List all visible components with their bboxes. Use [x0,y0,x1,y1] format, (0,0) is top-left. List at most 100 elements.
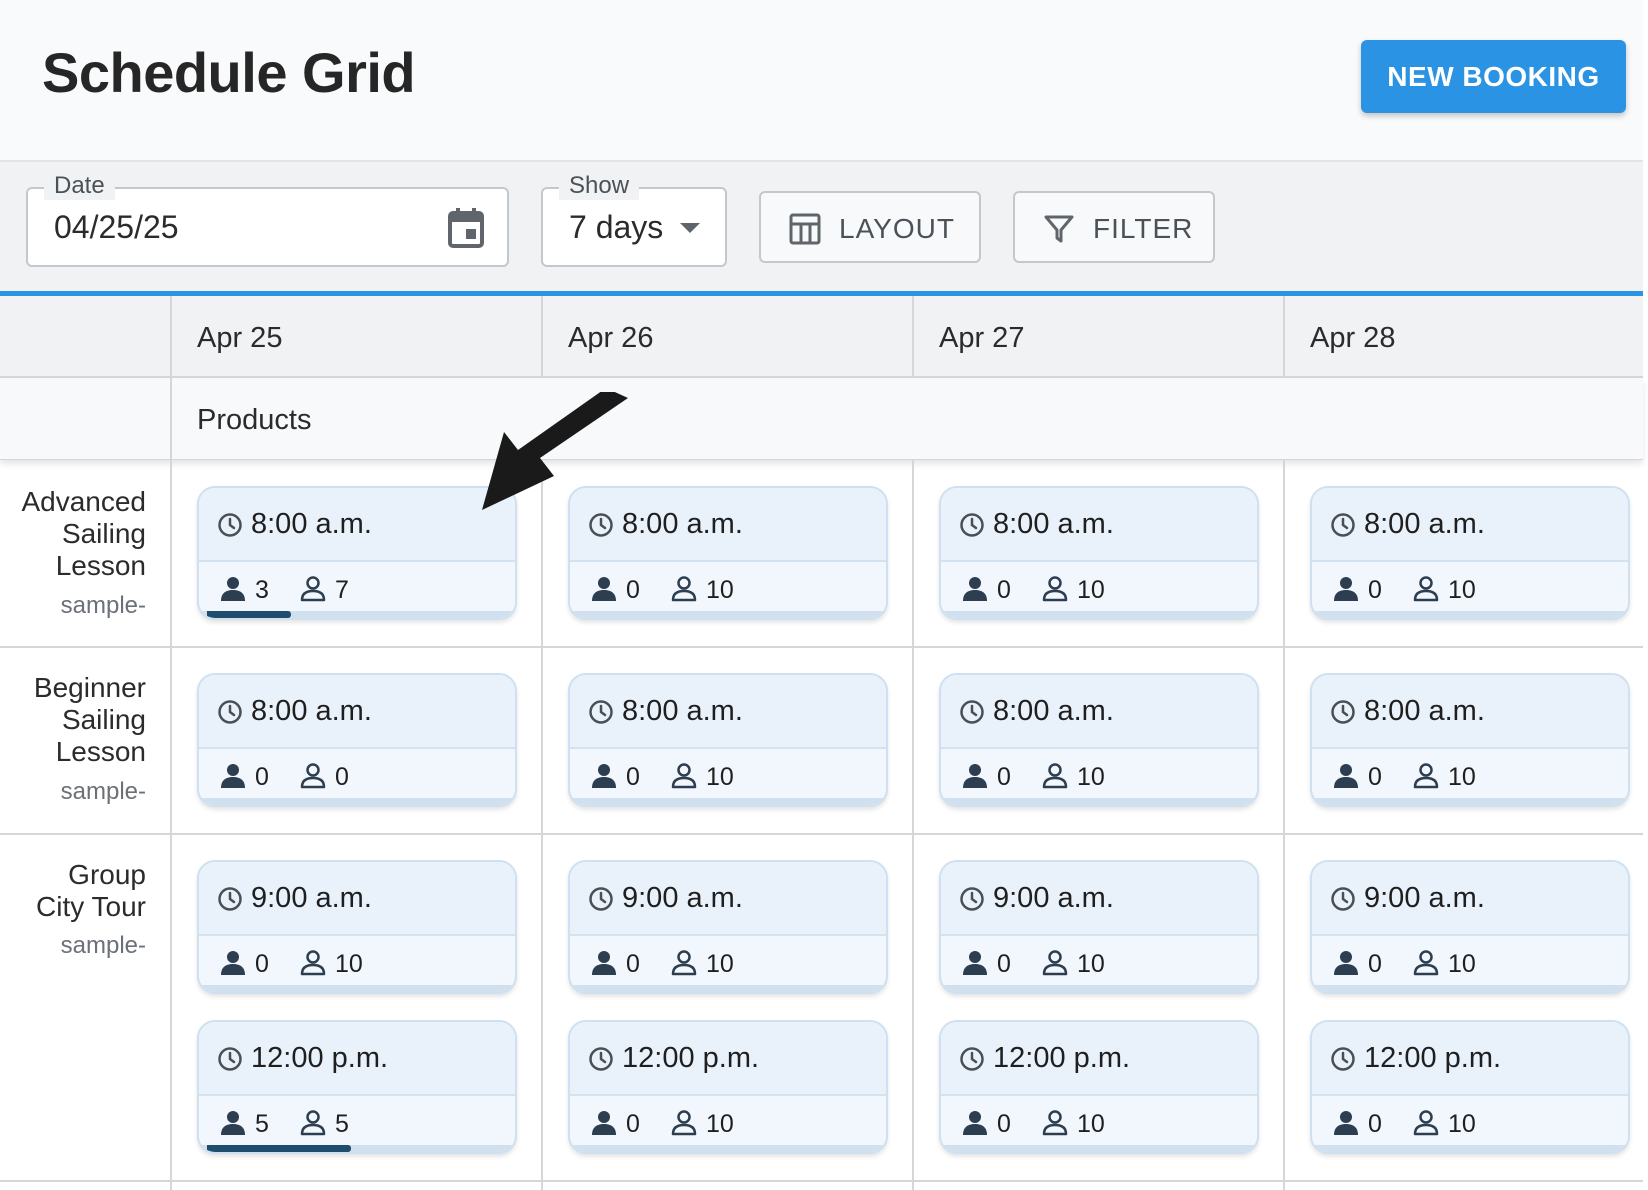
slot-card[interactable]: 12:00 p.m. 5 5 [197,1020,517,1154]
slot-booked-count: 0 [997,950,1011,978]
date-column-header: Apr 25 [197,322,283,354]
clock-icon [960,513,984,537]
person-outline-icon [300,950,326,976]
grid-column-divider [1283,296,1285,378]
slot-card[interactable]: 8:00 a.m. 0 10 [1310,673,1630,807]
slot-card-capacity: 0 10 [570,564,886,614]
clock-icon [589,887,613,911]
new-booking-button[interactable]: NEW BOOKING [1361,40,1626,113]
slot-card-capacity: 0 10 [1312,751,1628,801]
slot-card-header: 12:00 p.m. [570,1022,886,1096]
person-outline-icon [1042,950,1068,976]
slot-card[interactable]: 9:00 a.m. 0 10 [939,860,1259,994]
slot-booked-count: 0 [626,576,640,604]
product-sku: sample- [60,592,146,619]
slot-available-count: 10 [1448,763,1476,791]
slot-booked-count: 3 [255,576,269,604]
slot-available-count: 10 [335,950,363,978]
grid-row-divider [0,1180,1643,1182]
slot-booked-count: 0 [1368,763,1382,791]
person-filled-icon [963,951,987,975]
date-column-header: Apr 26 [568,322,654,354]
person-outline-icon [671,1110,697,1136]
page-header: Schedule Grid NEW BOOKING [0,0,1643,162]
person-filled-icon [963,577,987,601]
slot-card-capacity: 0 10 [941,751,1257,801]
grid-column-divider [1283,460,1285,1190]
date-field-value: 04/25/25 [54,209,179,245]
slot-card[interactable]: 9:00 a.m. 0 10 [568,860,888,994]
slot-time: 9:00 a.m. [993,882,1114,914]
clock-icon [218,887,242,911]
slot-card[interactable]: 12:00 p.m. 0 10 [568,1020,888,1154]
product-name-beginner-sailing: Beginner Sailing Lesson [0,672,146,768]
slot-time: 8:00 a.m. [251,695,372,727]
slot-available-count: 10 [1448,576,1476,604]
slot-card-capacity: 0 10 [1312,564,1628,614]
calendar-icon[interactable] [447,207,485,249]
slot-progress-track [570,611,886,618]
slot-card[interactable]: 12:00 p.m. 0 10 [1310,1020,1630,1154]
slot-time: 8:00 a.m. [993,695,1114,727]
product-name-group-city-tour: Group City Tour [0,859,146,923]
product-name-line: Sailing [61,704,146,735]
slot-card-capacity: 0 10 [570,938,886,988]
slot-card-header: 9:00 a.m. [941,862,1257,936]
person-filled-icon [1334,577,1358,601]
slot-card-header: 12:00 p.m. [199,1022,515,1096]
slot-time: 8:00 a.m. [622,695,743,727]
slot-card-header: 8:00 a.m. [199,675,515,749]
slot-card-capacity: 0 10 [941,564,1257,614]
product-name-line: Group [68,859,146,890]
slot-card[interactable]: 8:00 a.m. 0 10 [1310,486,1630,620]
show-select-label: Show [559,172,640,200]
slot-available-count: 10 [706,576,734,604]
products-header-label: Products [197,404,312,436]
grid-column-divider [912,460,914,1190]
slot-card[interactable]: 8:00 a.m. 0 0 [197,673,517,807]
date-column-header: Apr 27 [939,322,1025,354]
person-filled-icon [1334,764,1358,788]
slot-time: 9:00 a.m. [251,882,372,914]
product-sku: sample- [60,778,146,805]
slot-card-header: 12:00 p.m. [941,1022,1257,1096]
slot-card[interactable]: 9:00 a.m. 0 10 [197,860,517,994]
product-name-line: Sailing [61,518,146,549]
slot-available-count: 10 [1077,576,1105,604]
product-name-line: Beginner [33,672,146,703]
filter-icon [1044,215,1074,243]
show-select[interactable]: Show 7 days [541,172,727,267]
filter-button[interactable]: FILTER [1013,191,1215,263]
slot-card[interactable]: 8:00 a.m. 0 10 [939,673,1259,807]
clock-icon [218,1047,242,1071]
clock-icon [589,700,613,724]
person-outline-icon [300,763,326,789]
grid-row-divider [0,646,1643,648]
slot-card[interactable]: 9:00 a.m. 0 10 [1310,860,1630,994]
slot-available-count: 10 [1077,950,1105,978]
slot-card-header: 8:00 a.m. [570,675,886,749]
slot-booked-count: 0 [255,950,269,978]
clock-icon [1331,700,1355,724]
arrow-annotation [482,392,628,510]
slot-available-count: 10 [706,763,734,791]
slot-booked-count: 0 [255,763,269,791]
slot-time: 9:00 a.m. [1364,882,1485,914]
filter-button-label: FILTER [1093,213,1194,244]
date-field[interactable]: Date 04/25/25 [26,172,509,267]
slot-progress-track [570,798,886,805]
slot-card[interactable]: 12:00 p.m. 0 10 [939,1020,1259,1154]
slot-booked-count: 0 [997,1110,1011,1138]
clock-icon [1331,1047,1355,1071]
slot-time: 12:00 p.m. [251,1042,389,1074]
grid-column-divider [541,460,543,1190]
slot-card[interactable]: 8:00 a.m. 3 7 [197,486,517,620]
slot-card[interactable]: 8:00 a.m. 0 10 [939,486,1259,620]
slot-card[interactable]: 8:00 a.m. 0 10 [568,673,888,807]
person-outline-icon [671,950,697,976]
slot-booked-count: 0 [626,1110,640,1138]
person-outline-icon [1413,576,1439,602]
slot-card-capacity: 0 10 [199,938,515,988]
layout-button[interactable]: LAYOUT [759,191,981,263]
slot-card-header: 8:00 a.m. [1312,488,1628,562]
